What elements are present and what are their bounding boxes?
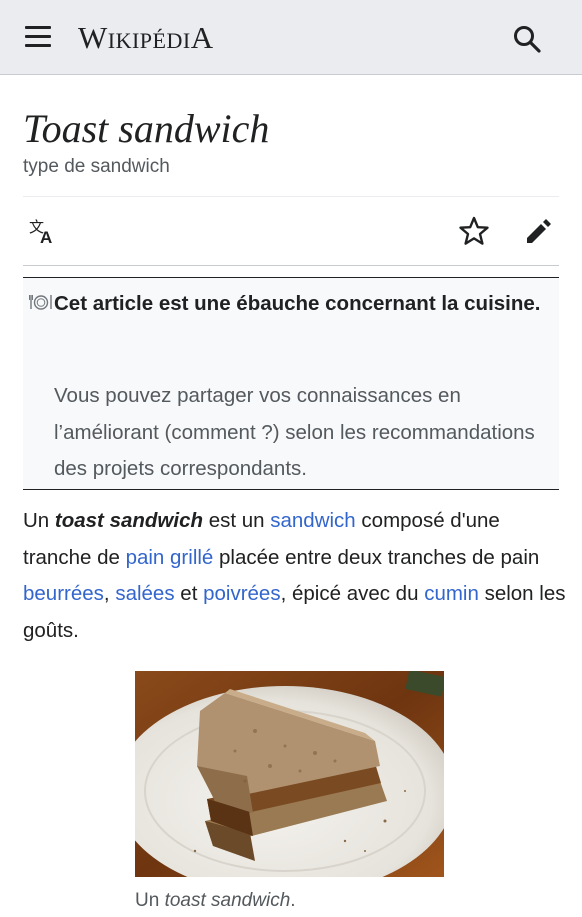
link-pain-grille[interactable]: pain grillé bbox=[126, 546, 214, 569]
page-title: Toast sandwich bbox=[23, 106, 270, 151]
search-icon[interactable] bbox=[512, 24, 542, 54]
stub-notice-body: Vous pouvez partager vos connaissances e… bbox=[54, 384, 535, 480]
link-poivrees[interactable]: poivrées bbox=[203, 582, 281, 605]
header-bar: WIKIPÉDIA bbox=[0, 0, 582, 75]
stub-notice-title: Cet article est une ébauche concernant l… bbox=[54, 292, 541, 315]
toast-sandwich-photo[interactable] bbox=[135, 671, 444, 877]
link-salees[interactable]: salées bbox=[115, 582, 174, 605]
link-beurrees[interactable]: beurrées bbox=[23, 582, 104, 605]
divider bbox=[23, 265, 559, 266]
pencil-icon[interactable] bbox=[523, 215, 555, 247]
hamburger-icon[interactable] bbox=[25, 26, 51, 48]
wikipedia-wordmark[interactable]: WIKIPÉDIA bbox=[78, 18, 214, 58]
stub-notice: Cet article est une ébauche concernant l… bbox=[23, 277, 559, 490]
link-sandwich[interactable]: sandwich bbox=[270, 509, 355, 532]
link-cumin[interactable]: cumin bbox=[424, 582, 479, 605]
page-description: type de sandwich bbox=[23, 156, 170, 177]
cutlery-plate-icon bbox=[29, 294, 53, 310]
svg-text:A: A bbox=[40, 228, 52, 247]
page-actions: 文 A bbox=[23, 197, 559, 265]
language-icon[interactable]: 文 A bbox=[28, 215, 60, 247]
bold-term: toast sandwich bbox=[54, 509, 203, 532]
lead-paragraph: Un toast sandwich est un sandwich compos… bbox=[23, 509, 566, 642]
star-icon[interactable] bbox=[458, 215, 490, 247]
figure-caption: Un toast sandwich. bbox=[135, 890, 296, 911]
